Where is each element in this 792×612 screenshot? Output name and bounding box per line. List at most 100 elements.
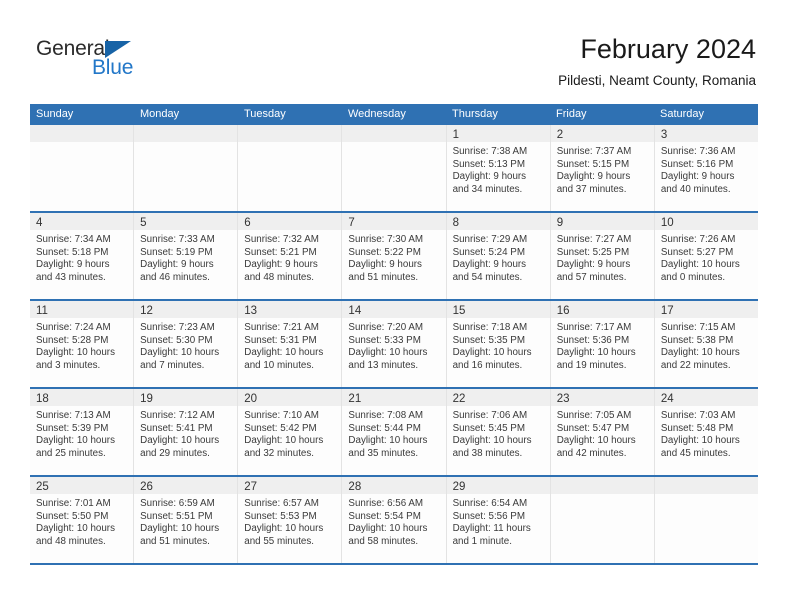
- day-number-band: 13: [238, 301, 342, 318]
- day-cell[interactable]: 27 Sunrise: 6:57 AM Sunset: 5:53 PM Dayligh…: [238, 477, 343, 563]
- day-number-band: [654, 477, 758, 494]
- sunrise-text: Sunrise: 7:10 AM: [244, 410, 319, 421]
- day-sun-info: Sunrise: 7:36 AM Sunset: 5:16 PM Daylight:…: [655, 142, 758, 196]
- day-cell[interactable]: 6 Sunrise: 7:32 AM Sunset: 5:21 PM Daylight…: [238, 213, 343, 299]
- day-sun-info: Sunrise: 7:12 AM Sunset: 5:41 PM Daylight:…: [134, 406, 237, 460]
- day-sun-info: Sunrise: 7:37 AM Sunset: 5:15 PM Daylight:…: [551, 142, 654, 196]
- sunset-text: Sunset: 5:30 PM: [140, 334, 213, 346]
- day-number: 19: [140, 393, 153, 405]
- day-cell[interactable]: 9 Sunrise: 7:27 AM Sunset: 5:25 PM Daylight…: [550, 213, 655, 299]
- day-cell[interactable]: 28 Sunrise: 6:56 AM Sunset: 5:54 PM Dayligh…: [342, 477, 447, 563]
- day-cell[interactable]: 15 Sunrise: 7:18 AM Sunset: 5:35 PM Dayligh…: [446, 301, 551, 387]
- day-sun-info: Sunrise: 7:26 AM Sunset: 5:27 PM Daylight:…: [655, 230, 758, 284]
- day-cell[interactable]: 5 Sunrise: 7:33 AM Sunset: 5:19 PM Daylight…: [134, 213, 239, 299]
- day-number: 11: [36, 305, 48, 317]
- day-number-band: 8: [446, 213, 550, 230]
- daylight-text-line1: Daylight: 10 hours: [348, 435, 428, 447]
- daylight-text-line2: and 13 minutes.: [348, 359, 419, 371]
- day-number-band: 12: [134, 301, 238, 318]
- day-cell[interactable]: 16 Sunrise: 7:17 AM Sunset: 5:36 PM Dayligh…: [550, 301, 655, 387]
- day-number: 7: [348, 217, 355, 229]
- day-cell[interactable]: 18 Sunrise: 7:13 AM Sunset: 5:39 PM Dayligh…: [30, 389, 135, 475]
- day-cell[interactable]: 26 Sunrise: 6:59 AM Sunset: 5:51 PM Dayligh…: [134, 477, 239, 563]
- day-sun-info: Sunrise: 7:06 AM Sunset: 5:45 PM Daylight:…: [447, 406, 550, 460]
- sunset-text: Sunset: 5:56 PM: [452, 510, 525, 522]
- day-cell[interactable]: 13 Sunrise: 7:21 AM Sunset: 5:31 PM Dayligh…: [238, 301, 343, 387]
- day-number-band: 28: [342, 477, 446, 494]
- daylight-text-line2: and 19 minutes.: [556, 359, 627, 371]
- daylight-text-line2: and 48 minutes.: [36, 535, 106, 547]
- day-cell[interactable]: 20 Sunrise: 7:10 AM Sunset: 5:42 PM Dayligh…: [238, 389, 343, 475]
- sunrise-text: Sunrise: 7:18 AM: [452, 322, 528, 333]
- day-number: 1: [452, 129, 459, 141]
- calendar-weeks: 1 Sunrise: 7:38 AM Sunset: 5:13 PM Daylight…: [30, 125, 758, 563]
- day-sun-info: Sunrise: 7:03 AM Sunset: 5:48 PM Daylight:…: [655, 406, 758, 460]
- day-number: 15: [452, 305, 466, 317]
- sunset-text: Sunset: 5:35 PM: [452, 334, 525, 346]
- day-sun-info: Sunrise: 6:56 AM Sunset: 5:54 PM Daylight:…: [342, 494, 445, 548]
- day-cell[interactable]: 3 Sunrise: 7:36 AM Sunset: 5:16 PM Daylight…: [654, 125, 758, 211]
- sunset-text: Sunset: 5:47 PM: [556, 422, 630, 434]
- daylight-text-line1: Daylight: 9 hours: [556, 171, 631, 183]
- day-sun-info: Sunrise: 7:27 AM Sunset: 5:25 PM Daylight:…: [551, 230, 654, 284]
- daylight-text-line2: and 46 minutes.: [140, 271, 210, 283]
- general-blue-logo: General Blue: [36, 38, 216, 86]
- daylight-text-line1: Daylight: 10 hours: [348, 523, 428, 535]
- week-row: 11 Sunrise: 7:24 AM Sunset: 5:28 PM Dayligh…: [30, 299, 758, 387]
- sunset-text: Sunset: 5:15 PM: [556, 158, 630, 170]
- day-number-band: 29: [446, 477, 550, 494]
- sunset-text: Sunset: 5:53 PM: [244, 510, 317, 522]
- sunset-text: Sunset: 5:31 PM: [244, 334, 317, 346]
- day-cell[interactable]: 4 Sunrise: 7:34 AM Sunset: 5:18 PM Daylight…: [30, 213, 135, 299]
- day-cell[interactable]: 21 Sunrise: 7:08 AM Sunset: 5:44 PM Dayligh…: [342, 389, 447, 475]
- day-number-band: 19: [134, 389, 238, 406]
- sunrise-text: Sunrise: 7:08 AM: [348, 410, 424, 421]
- day-cell[interactable]: 23 Sunrise: 7:05 AM Sunset: 5:47 PM Dayligh…: [550, 389, 655, 475]
- day-cell[interactable]: 2 Sunrise: 7:37 AM Sunset: 5:15 PM Daylight…: [550, 125, 655, 211]
- day-number: 23: [556, 393, 570, 405]
- sunrise-text: Sunrise: 7:29 AM: [452, 234, 528, 245]
- day-cell[interactable]: 14 Sunrise: 7:20 AM Sunset: 5:33 PM Dayligh…: [342, 301, 447, 387]
- day-cell[interactable]: 22 Sunrise: 7:06 AM Sunset: 5:45 PM Dayligh…: [446, 389, 551, 475]
- sunset-text: Sunset: 5:51 PM: [140, 510, 213, 522]
- week-row: 1 Sunrise: 7:38 AM Sunset: 5:13 PM Daylight…: [30, 125, 758, 211]
- day-cell[interactable]: 25 Sunrise: 7:01 AM Sunset: 5:50 PM Dayligh…: [30, 477, 135, 563]
- day-cell[interactable]: 29 Sunrise: 6:54 AM Sunset: 5:56 PM Dayligh…: [446, 477, 551, 563]
- sunset-text: Sunset: 5:36 PM: [556, 334, 630, 346]
- sunset-text: Sunset: 5:50 PM: [36, 510, 109, 522]
- day-sun-info: Sunrise: 7:18 AM Sunset: 5:35 PM Daylight:…: [447, 318, 550, 372]
- sunrise-text: Sunrise: 7:26 AM: [660, 234, 736, 245]
- week-row: 25 Sunrise: 7:01 AM Sunset: 5:50 PM Dayligh…: [30, 475, 758, 563]
- day-cell[interactable]: 24 Sunrise: 7:03 AM Sunset: 5:48 PM Dayligh…: [654, 389, 758, 475]
- day-cell[interactable]: 8 Sunrise: 7:29 AM Sunset: 5:24 PM Daylight…: [446, 213, 551, 299]
- day-cell[interactable]: 10 Sunrise: 7:26 AM Sunset: 5:27 PM Dayligh…: [654, 213, 758, 299]
- day-cell[interactable]: 1 Sunrise: 7:38 AM Sunset: 5:13 PM Daylight…: [446, 125, 551, 211]
- day-number-band: [238, 125, 342, 142]
- daylight-text-line1: Daylight: 10 hours: [36, 347, 115, 359]
- sunrise-text: Sunrise: 7:23 AM: [140, 322, 215, 333]
- daylight-text-line1: Daylight: 10 hours: [140, 347, 220, 359]
- daylight-text-line2: and 16 minutes.: [452, 359, 523, 371]
- day-number: 17: [660, 305, 674, 317]
- day-number: 18: [36, 393, 49, 405]
- day-number: 21: [348, 393, 362, 405]
- day-number-band: 21: [342, 389, 446, 406]
- daylight-text-line2: and 7 minutes.: [140, 359, 205, 371]
- sunrise-text: Sunrise: 7:27 AM: [556, 234, 632, 245]
- day-number-band: 16: [550, 301, 654, 318]
- daylight-text-line2: and 25 minutes.: [36, 447, 106, 459]
- day-number: 26: [140, 481, 153, 493]
- weekday-header-tuesday: Tuesday: [244, 108, 286, 120]
- day-number: 5: [140, 217, 147, 229]
- day-cell[interactable]: 11 Sunrise: 7:24 AM Sunset: 5:28 PM Dayligh…: [30, 301, 135, 387]
- sunrise-text: Sunrise: 6:54 AM: [452, 498, 528, 509]
- day-cell[interactable]: 7 Sunrise: 7:30 AM Sunset: 5:22 PM Daylight…: [342, 213, 447, 299]
- daylight-text-line2: and 55 minutes.: [244, 535, 314, 547]
- day-cell[interactable]: 19 Sunrise: 7:12 AM Sunset: 5:41 PM Dayligh…: [134, 389, 239, 475]
- day-sun-info: Sunrise: 7:13 AM Sunset: 5:39 PM Daylight:…: [30, 406, 133, 460]
- page-subtitle: Pildesti, Neamt County, Romania: [558, 73, 756, 88]
- day-cell[interactable]: 12 Sunrise: 7:23 AM Sunset: 5:30 PM Dayligh…: [134, 301, 239, 387]
- day-sun-info: Sunrise: 7:08 AM Sunset: 5:44 PM Daylight:…: [342, 406, 445, 460]
- daylight-text-line1: Daylight: 10 hours: [244, 435, 324, 447]
- day-cell[interactable]: 17 Sunrise: 7:15 AM Sunset: 5:38 PM Dayligh…: [654, 301, 758, 387]
